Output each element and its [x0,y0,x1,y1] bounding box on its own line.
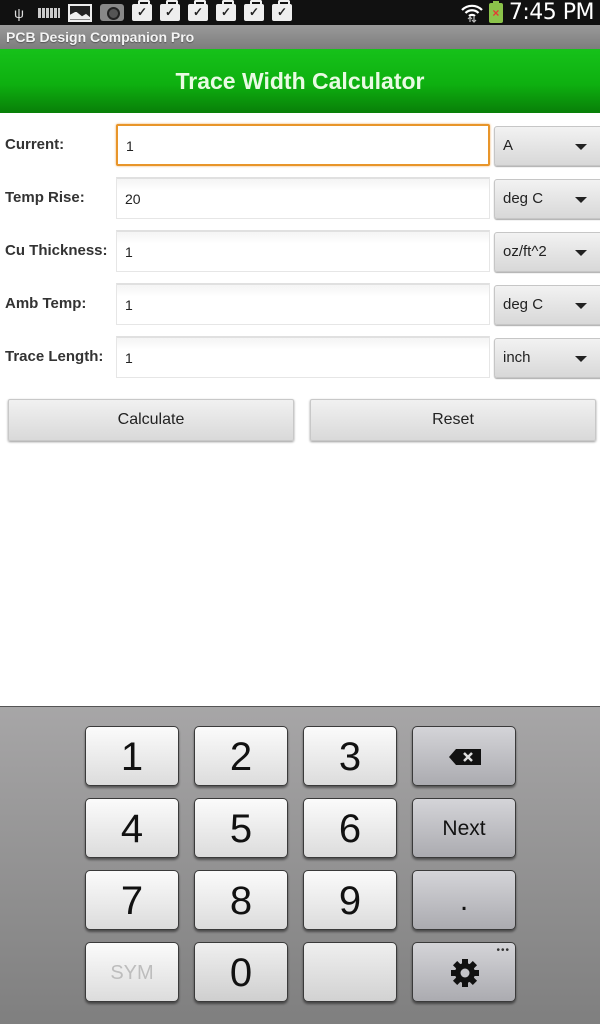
temp-rise-label: Temp Rise: [5,189,85,206]
temp-rise-input[interactable]: 20 [116,177,490,219]
key-sym[interactable]: SYM [85,942,179,1002]
key-dot[interactable]: . [412,870,516,930]
trace-length-label: Trace Length: [5,348,104,365]
dropdown-caret-icon [575,250,587,256]
key-4[interactable]: 4 [85,798,179,858]
current-input[interactable]: 1 [116,124,490,166]
numeric-keyboard: 1 2 3 4 5 6 Next 7 8 9 . SYM 0 ••• [0,706,600,1024]
key-9[interactable]: 9 [303,870,397,930]
reset-button[interactable]: Reset [310,399,596,441]
dropdown-caret-icon [575,303,587,309]
task-bag-icon: ✓ [160,0,180,21]
gear-icon [451,959,479,987]
page-title: Trace Width Calculator [175,68,425,94]
task-bag-icon: ✓ [132,0,152,21]
form-row-amb-temp: Amb Temp: 1 deg C [0,283,600,327]
key-2[interactable]: 2 [194,726,288,786]
current-unit-value: A [503,137,514,154]
usb-icon: ψ [14,4,24,21]
calculate-button[interactable]: Calculate [8,399,294,441]
key-6[interactable]: 6 [303,798,397,858]
amb-temp-label: Amb Temp: [5,295,87,312]
key-next[interactable]: Next [412,798,516,858]
form-row-temp-rise: Temp Rise: 20 deg C [0,177,600,221]
cu-thickness-unit-value: oz/ft^2 [503,243,547,260]
task-bag-icon: ✓ [216,0,236,21]
key-7[interactable]: 7 [85,870,179,930]
dropdown-caret-icon [575,144,587,150]
picture-icon [68,3,92,22]
keyboard-icon [38,3,60,23]
notification-icons: ψ ✓ ✓ ✓ ✓ ✓ ✓ [8,0,292,23]
key-8[interactable]: 8 [194,870,288,930]
task-bag-icon: ✓ [272,0,292,21]
task-bag-icon: ✓ [188,0,208,21]
key-1[interactable]: 1 [85,726,179,786]
key-0[interactable]: 0 [194,942,288,1002]
form-row-trace-length: Trace Length: 1 inch [0,336,600,380]
status-bar: ψ ✓ ✓ ✓ ✓ ✓ ✓ × 7:45 PM [0,0,600,25]
backspace-icon [449,749,481,765]
amb-temp-unit-select[interactable]: deg C [494,285,600,325]
wifi-icon [461,3,483,23]
form-row-current: Current: 1 A [0,124,600,168]
cu-thickness-input[interactable]: 1 [116,230,490,272]
battery-charging-error-icon: × [488,0,503,23]
amb-temp-input[interactable]: 1 [116,283,490,325]
trace-length-unit-select[interactable]: inch [494,338,600,378]
cu-thickness-label: Cu Thickness: [5,242,108,259]
app-title-bar: PCB Design Companion Pro [0,25,600,49]
page-header: Trace Width Calculator [0,49,600,113]
status-time: 7:45 PM [508,0,595,25]
current-label: Current: [5,136,65,153]
temp-rise-unit-value: deg C [503,190,544,207]
camera-icon [100,4,124,21]
trace-length-unit-value: inch [503,349,531,366]
amb-temp-unit-value: deg C [503,296,544,313]
trace-length-input[interactable]: 1 [116,336,490,378]
form-row-cu-thickness: Cu Thickness: 1 oz/ft^2 [0,230,600,274]
key-backspace[interactable] [412,726,516,786]
current-unit-select[interactable]: A [494,126,600,166]
key-3[interactable]: 3 [303,726,397,786]
key-5[interactable]: 5 [194,798,288,858]
cu-thickness-unit-select[interactable]: oz/ft^2 [494,232,600,272]
task-bag-icon: ✓ [244,0,264,21]
dropdown-caret-icon [575,356,587,362]
dropdown-caret-icon [575,197,587,203]
app-title: PCB Design Companion Pro [6,29,195,45]
key-settings[interactable]: ••• [412,942,516,1002]
key-space[interactable] [303,942,397,1002]
more-options-indicator: ••• [496,945,510,956]
temp-rise-unit-select[interactable]: deg C [494,179,600,219]
